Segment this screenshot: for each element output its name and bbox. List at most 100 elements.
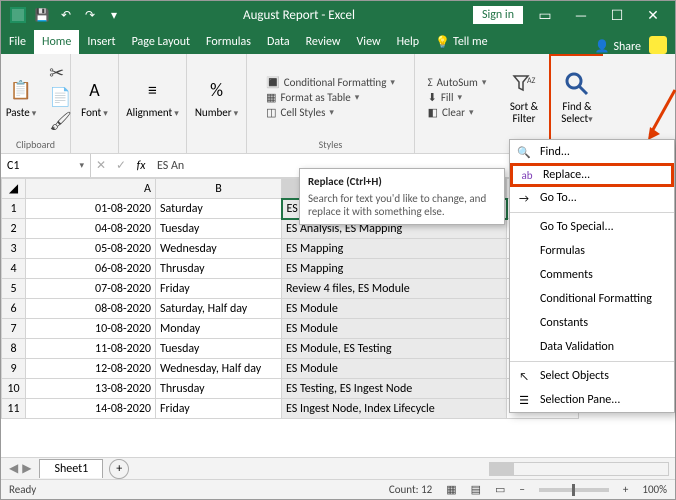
cell[interactable]: Friday [156, 279, 282, 299]
excel-app-icon[interactable] [7, 5, 29, 25]
cell[interactable]: 07-08-2020 [26, 279, 156, 299]
new-sheet-button[interactable]: + [109, 459, 129, 479]
redo-icon[interactable]: ↷ [79, 5, 101, 25]
menu-data-valid[interactable]: Data Validation [510, 335, 674, 359]
save-icon[interactable]: 💾 [31, 5, 53, 25]
cell[interactable]: ES Module [282, 319, 507, 339]
qat-customize-icon[interactable]: ▾ [103, 5, 125, 25]
row-header[interactable]: 9 [2, 359, 26, 379]
select-all-cell[interactable]: ◢ [2, 179, 26, 199]
menu-replace[interactable]: abReplace... [510, 163, 674, 187]
sheet-tab-sheet1[interactable]: Sheet1 [39, 459, 103, 478]
cell[interactable]: Wednesday, Half day [156, 359, 282, 379]
maximize-icon[interactable]: ☐ [603, 7, 631, 24]
conditional-formatting-button[interactable]: 🔳Conditional Formatting▾ [266, 76, 395, 89]
paste-button[interactable]: 📋 Paste ▾ [0, 75, 43, 119]
fx-icon[interactable]: fx [131, 159, 151, 173]
tab-view[interactable]: View [349, 30, 389, 54]
copy-icon[interactable]: 📄 [49, 86, 72, 108]
cell[interactable]: ES Mapping [282, 259, 507, 279]
row-header[interactable]: 4 [2, 259, 26, 279]
cell-styles-button[interactable]: ◫Cell Styles▾ [266, 106, 395, 119]
col-header-a[interactable]: A [26, 179, 156, 199]
row-header[interactable]: 3 [2, 239, 26, 259]
cell[interactable]: ES Testing, ES Ingest Node [282, 379, 507, 399]
cell[interactable]: Tuesday [156, 219, 282, 239]
cell[interactable]: 10-08-2020 [26, 319, 156, 339]
name-box[interactable]: C1▾ [1, 154, 91, 177]
table-row[interactable]: 608-08-2020Saturday, Half dayES Module [2, 299, 579, 319]
tab-file[interactable]: File [1, 30, 34, 54]
cut-icon[interactable]: ✂ [49, 62, 72, 84]
ribbon-display-icon[interactable]: ▭ [531, 7, 559, 24]
undo-icon[interactable]: ↶ [55, 5, 77, 25]
tab-home[interactable]: Home [34, 30, 79, 54]
tab-page-layout[interactable]: Page Layout [124, 30, 198, 54]
row-header[interactable]: 5 [2, 279, 26, 299]
cell[interactable]: Wednesday [156, 239, 282, 259]
table-row[interactable]: 811-08-2020TuesdayES Module, ES Testing [2, 339, 579, 359]
tab-insert[interactable]: Insert [79, 30, 123, 54]
cell[interactable]: 08-08-2020 [26, 299, 156, 319]
menu-select-objects[interactable]: ↖Select Objects [510, 364, 674, 388]
tab-help[interactable]: Help [389, 30, 428, 54]
view-page-layout-icon[interactable]: ▤ [471, 483, 481, 496]
menu-formulas[interactable]: Formulas [510, 239, 674, 263]
cell[interactable]: Saturday, Half day [156, 299, 282, 319]
alignment-button[interactable]: ≡Alignment ▾ [123, 75, 183, 119]
cell[interactable]: ES Mapping [282, 239, 507, 259]
horizontal-scrollbar[interactable] [489, 462, 669, 476]
cell[interactable]: Saturday [156, 199, 282, 219]
tab-data[interactable]: Data [259, 30, 298, 54]
cell[interactable]: 14-08-2020 [26, 399, 156, 419]
zoom-in-icon[interactable]: + [623, 483, 628, 496]
cell[interactable]: 06-08-2020 [26, 259, 156, 279]
cell[interactable]: Friday [156, 399, 282, 419]
row-header[interactable]: 10 [2, 379, 26, 399]
close-icon[interactable]: ✕ [639, 7, 667, 24]
cell[interactable]: 11-08-2020 [26, 339, 156, 359]
cell[interactable]: Review 4 files, ES Module [282, 279, 507, 299]
cell[interactable]: 13-08-2020 [26, 379, 156, 399]
cell[interactable]: Thrusday [156, 259, 282, 279]
format-painter-icon[interactable]: 🖌 [49, 110, 72, 132]
table-row[interactable]: 1114-08-2020FridayES Ingest Node, Index … [2, 399, 579, 419]
col-header-b[interactable]: B [156, 179, 282, 199]
cell[interactable]: 12-08-2020 [26, 359, 156, 379]
row-header[interactable]: 2 [2, 219, 26, 239]
view-page-break-icon[interactable]: ▭ [495, 483, 505, 496]
tab-review[interactable]: Review [298, 30, 349, 54]
menu-goto[interactable]: →Go To... [510, 186, 674, 210]
tab-formulas[interactable]: Formulas [198, 30, 259, 54]
menu-goto-special[interactable]: Go To Special... [510, 215, 674, 239]
fx-confirm-icon[interactable]: ✓ [116, 158, 126, 173]
cell[interactable]: ES Module, ES Testing [282, 339, 507, 359]
zoom-level[interactable]: 100% [642, 483, 667, 496]
cell[interactable]: Tuesday [156, 339, 282, 359]
row-header[interactable]: 11 [2, 399, 26, 419]
row-header[interactable]: 8 [2, 339, 26, 359]
table-row[interactable]: 305-08-2020WednesdayES Mapping [2, 239, 579, 259]
fx-cancel-icon[interactable]: ✕ [96, 158, 106, 173]
share-button[interactable]: 👤Share [586, 39, 649, 54]
table-row[interactable]: 406-08-2020ThrusdayES Mapping [2, 259, 579, 279]
minimize-icon[interactable]: — [567, 7, 595, 24]
menu-selection-pane[interactable]: ☰Selection Pane... [510, 388, 674, 412]
table-row[interactable]: 507-08-2020FridayReview 4 files, ES Modu… [2, 279, 579, 299]
cell[interactable]: ES Module [282, 299, 507, 319]
cell[interactable]: ES Ingest Node, Index Lifecycle [282, 399, 507, 419]
sheet-prev-icon[interactable]: ◀ [9, 461, 18, 476]
menu-cond-fmt[interactable]: Conditional Formatting [510, 287, 674, 311]
view-normal-icon[interactable]: ▦ [446, 483, 456, 496]
row-header[interactable]: 7 [2, 319, 26, 339]
sheet-next-icon[interactable]: ▶ [22, 461, 31, 476]
font-button[interactable]: AFont ▾ [73, 75, 117, 119]
fill-button[interactable]: ⬇Fill▾ [428, 91, 487, 104]
row-header[interactable]: 6 [2, 299, 26, 319]
cell[interactable]: ES Module [282, 359, 507, 379]
zoom-slider[interactable] [539, 488, 609, 492]
format-as-table-button[interactable]: ▦Format as Table▾ [266, 91, 395, 104]
clear-button[interactable]: ◧Clear▾ [428, 106, 487, 119]
menu-constants[interactable]: Constants [510, 311, 674, 335]
cell[interactable]: 01-08-2020 [26, 199, 156, 219]
